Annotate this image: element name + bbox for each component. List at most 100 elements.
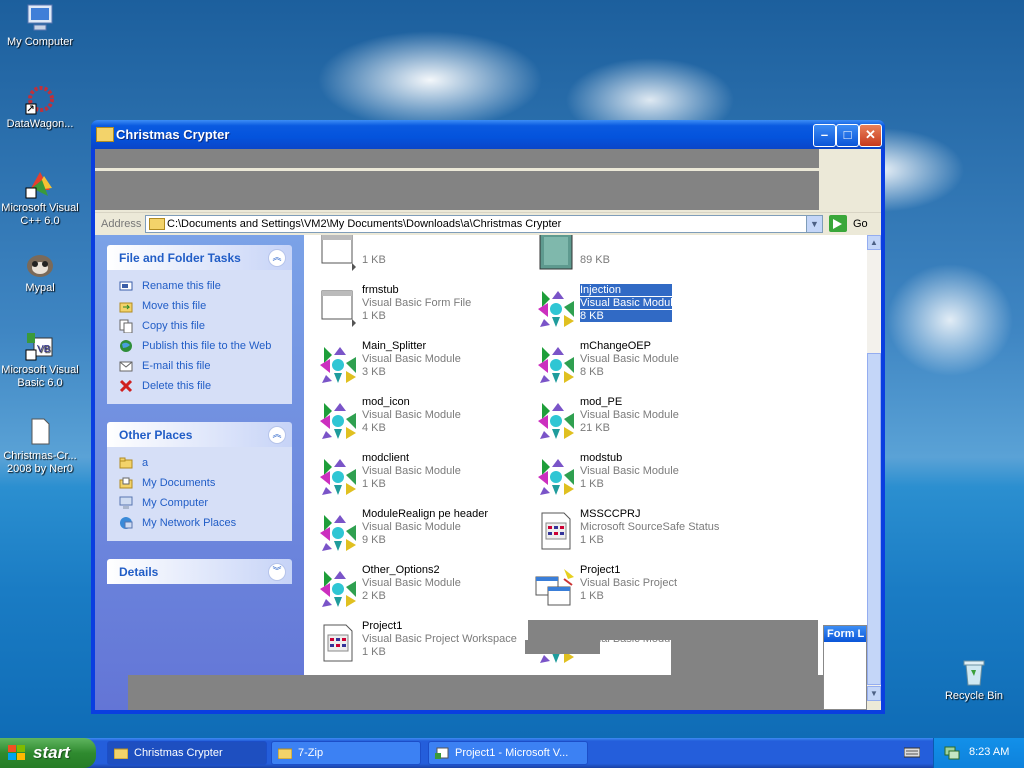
desktop-icon-recycle-bin[interactable]: Recycle Bin bbox=[934, 656, 1014, 703]
file-name: Other_Options2 bbox=[362, 564, 440, 576]
desktop-icon-my-computer[interactable]: My Computer bbox=[0, 2, 80, 49]
task-copy[interactable]: Copy this file bbox=[107, 316, 292, 336]
file-item[interactable]: Project1 Visual Basic Project Workspace 1 … bbox=[310, 617, 520, 669]
keyboard-icon[interactable] bbox=[903, 746, 921, 758]
vb-workspace-icon bbox=[534, 509, 578, 553]
file-name: mod_PE bbox=[580, 396, 623, 408]
scroll-up-button[interactable]: ▲ bbox=[867, 235, 881, 250]
side-pane-title: Form L bbox=[824, 626, 866, 642]
panel-header[interactable]: File and Folder Tasks ︽ bbox=[107, 245, 292, 270]
file-item[interactable]: modclient Visual Basic Module 1 KB bbox=[310, 449, 520, 501]
task-email[interactable]: E-mail this file bbox=[107, 356, 292, 376]
visual-basic-icon: VB bbox=[24, 330, 56, 362]
place-my-network[interactable]: My Network Places bbox=[107, 513, 292, 533]
file-name: modclient bbox=[362, 452, 410, 464]
place-my-documents[interactable]: My Documents bbox=[107, 473, 292, 493]
address-input[interactable]: C:\Documents and Settings\VM2\My Documen… bbox=[145, 215, 823, 233]
close-button[interactable]: ✕ bbox=[859, 124, 882, 147]
go-arrow-icon[interactable] bbox=[829, 215, 847, 232]
file-type: Visual Basic Module bbox=[580, 297, 679, 309]
file-item[interactable]: mod_PE Visual Basic Module 21 KB bbox=[528, 393, 738, 445]
vb-module-icon bbox=[316, 565, 360, 609]
address-dropdown-button[interactable]: ▼ bbox=[806, 216, 822, 232]
file-item[interactable]: MSSCCPRJ Microsoft SourceSafe Status 1 KB bbox=[528, 505, 738, 557]
panel-header[interactable]: Other Places ︽ bbox=[107, 422, 292, 447]
file-item[interactable]: modstub Visual Basic Module 1 KB bbox=[528, 449, 738, 501]
file-name: Injection bbox=[580, 284, 672, 296]
window-titlebar[interactable]: Christmas Crypter – □ ✕ bbox=[91, 120, 885, 149]
clock[interactable]: 8:23 AM bbox=[969, 746, 1009, 758]
details-panel: Details ︾ bbox=[107, 559, 292, 584]
file-item[interactable]: Project1 Visual Basic Project 1 KB bbox=[528, 561, 738, 613]
file-name: modstub bbox=[580, 452, 623, 464]
file-size: 1 KB bbox=[580, 478, 604, 490]
taskbar-item-christmas-crypter[interactable]: Christmas Crypter bbox=[107, 741, 267, 765]
task-delete[interactable]: Delete this file bbox=[107, 376, 292, 396]
network-status-icon[interactable] bbox=[944, 746, 960, 760]
file-item[interactable]: frmstub Visual Basic Form File 1 KB bbox=[310, 281, 520, 333]
file-item[interactable]: Main_Splitter Visual Basic Module 3 KB bbox=[310, 337, 520, 389]
file-size: 2 KB bbox=[362, 590, 386, 602]
file-name: ModuleRealign pe header bbox=[362, 508, 488, 520]
taskbar: start Christmas Crypter 7-Zip Project1 -… bbox=[0, 738, 1024, 768]
file-size: 1 KB bbox=[580, 590, 604, 602]
task-publish[interactable]: Publish this file to the Web bbox=[107, 336, 292, 356]
window-title: Christmas Crypter bbox=[116, 127, 230, 142]
file-type: Visual Basic Module bbox=[580, 353, 679, 365]
minimize-button[interactable]: – bbox=[813, 124, 836, 147]
menubar-redacted bbox=[95, 149, 819, 168]
panel-header[interactable]: Details ︾ bbox=[107, 559, 292, 584]
file-type: Visual Basic Module bbox=[362, 521, 461, 533]
place-my-computer[interactable]: My Computer bbox=[107, 493, 292, 513]
explorer-window: Christmas Crypter – □ ✕ Address C:\Docum… bbox=[91, 120, 885, 714]
task-rename[interactable]: Rename this file bbox=[107, 276, 292, 296]
folder-icon bbox=[277, 747, 293, 760]
scroll-down-button[interactable]: ▼ bbox=[867, 686, 881, 701]
taskbar-item-7zip[interactable]: 7-Zip bbox=[271, 741, 421, 765]
delete-icon bbox=[119, 379, 133, 393]
expand-chevron-icon[interactable]: ︾ bbox=[268, 563, 286, 581]
file-item[interactable]: 1 KB bbox=[310, 235, 520, 277]
start-button[interactable]: start bbox=[0, 738, 96, 768]
go-button[interactable]: Go bbox=[853, 218, 868, 230]
desktop-icon-visual-cpp[interactable]: Microsoft Visual C++ 6.0 bbox=[0, 168, 80, 228]
file-name: Project1 bbox=[580, 564, 621, 576]
desktop: My Computer DataWagon... Microsoft Visua… bbox=[0, 0, 1024, 738]
collapse-chevron-icon[interactable]: ︽ bbox=[268, 249, 286, 267]
vertical-scrollbar[interactable]: ▲ ▼ bbox=[867, 235, 881, 701]
file-item[interactable]: ModuleRealign pe header Visual Basic Modu… bbox=[310, 505, 520, 557]
file-item[interactable]: Injection Visual Basic Module 8 KB bbox=[528, 281, 738, 333]
collapse-chevron-icon[interactable]: ︽ bbox=[268, 426, 286, 444]
file-name: MSSCCPRJ bbox=[580, 508, 641, 520]
desktop-icon-christmas-crypter[interactable]: Christmas-Cr... 2008 by Ner0 bbox=[0, 416, 80, 476]
file-type: Visual Basic Project Workspace bbox=[362, 633, 517, 645]
file-size: 3 KB bbox=[362, 366, 386, 378]
redacted-region bbox=[525, 640, 600, 654]
taskbar-item-project1[interactable]: Project1 - Microsoft V... bbox=[428, 741, 588, 765]
copy-icon bbox=[119, 319, 133, 334]
place-a[interactable]: a bbox=[107, 453, 292, 473]
datawagon-icon bbox=[24, 84, 56, 116]
globe-icon bbox=[119, 339, 133, 353]
file-item[interactable]: mChangeOEP Visual Basic Module 8 KB bbox=[528, 337, 738, 389]
task-move[interactable]: Move this file bbox=[107, 296, 292, 316]
vb-module-icon bbox=[316, 341, 360, 385]
file-type: Visual Basic Module bbox=[362, 353, 461, 365]
maximize-button[interactable]: □ bbox=[836, 124, 859, 147]
desktop-icon-mypal[interactable]: Mypal bbox=[0, 248, 80, 295]
desktop-icon-visual-basic[interactable]: VB Microsoft Visual Basic 6.0 bbox=[0, 330, 80, 390]
desktop-icon-datawagon[interactable]: DataWagon... bbox=[0, 84, 80, 131]
blank-file-icon bbox=[24, 416, 56, 448]
file-item[interactable]: mod_icon Visual Basic Module 4 KB bbox=[310, 393, 520, 445]
scroll-thumb[interactable] bbox=[867, 353, 881, 685]
file-type: Visual Basic Module bbox=[580, 409, 679, 421]
vb-workspace-icon bbox=[316, 621, 360, 665]
file-size: 1 KB bbox=[362, 478, 386, 490]
redacted-region bbox=[128, 675, 867, 710]
mypal-icon bbox=[24, 248, 56, 280]
file-item[interactable]: 89 KB bbox=[528, 235, 738, 277]
folder-icon bbox=[113, 747, 129, 760]
file-size: 8 KB bbox=[580, 310, 672, 322]
file-item[interactable]: Other_Options2 Visual Basic Module 2 KB bbox=[310, 561, 520, 613]
vb-module-icon bbox=[316, 397, 360, 441]
